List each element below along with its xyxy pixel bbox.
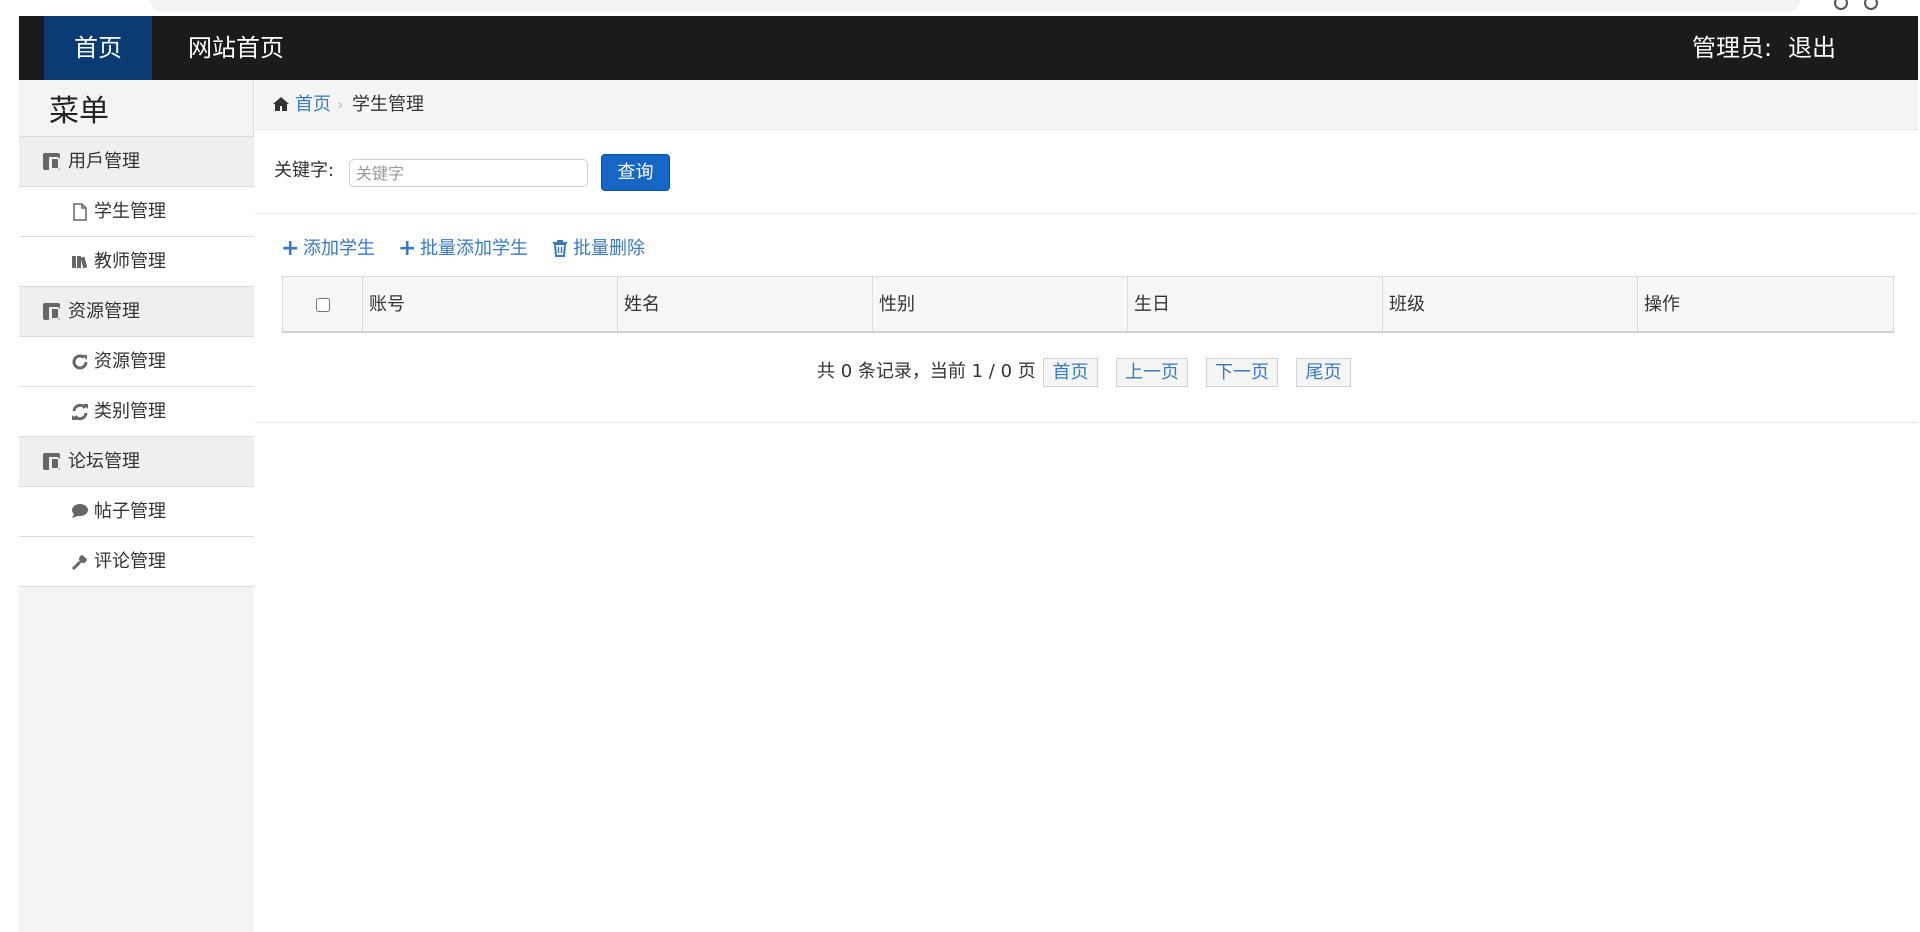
top-navbar: 首页 网站首页 管理员: 退出 [19,16,1918,80]
select-all-checkbox[interactable] [315,298,330,312]
divider [255,422,1918,423]
column-header[interactable]: 班级 [1383,277,1638,332]
book-icon [43,453,60,470]
logout-link[interactable]: 退出 [1788,16,1836,80]
last-page-button[interactable]: 尾页 [1296,358,1351,387]
batch-add-button[interactable]: + 批量添加学生 [398,234,528,264]
book-icon [43,153,60,170]
extensions-icon[interactable] [1834,0,1848,10]
sidebar-group-label: 论坛管理 [68,451,140,472]
plus-icon: + [281,236,300,261]
search-panel: 关键字: 查询 [255,130,1918,214]
sidebar-item-label: 资源管理 [94,351,166,372]
query-button[interactable]: 查询 [601,154,670,191]
nav-home-link[interactable]: 首页 [44,16,152,80]
column-header[interactable]: 操作 [1638,277,1893,332]
add-student-label: 添加学生 [303,238,375,259]
window-edge-left [0,0,19,932]
plus-icon: + [398,236,417,261]
sidebar-item-label: 类别管理 [94,401,166,422]
sidebar-item-label: 帖子管理 [94,501,166,522]
breadcrumb: 首页 › 学生管理 [255,80,1918,130]
pagination-info: 共 0 条记录，当前 1 / 0 页 [817,361,1036,382]
next-page-button[interactable]: 下一页 [1206,358,1278,387]
sidebar-item-label: 教师管理 [94,251,166,272]
profile-icon[interactable] [1864,0,1878,10]
column-header[interactable]: 性别 [873,277,1128,332]
sidebar-group-label: 用戶管理 [68,151,140,172]
wrench-icon [71,552,89,571]
comment-icon [71,503,89,521]
sidebar-group-forum[interactable]: 论坛管理 [19,437,254,487]
page: 首页 网站首页 管理员: 退出 菜单 用戶管理 学生管理 教师管理 资源管理 资… [0,0,1920,932]
breadcrumb-home-link[interactable]: 首页 [295,92,331,118]
student-table: 账号 姓名 性别 生日 班级 操作 [282,276,1894,333]
keyword-label: 关键字: [274,160,335,181]
column-header[interactable]: 姓名 [618,277,873,332]
books-icon [71,253,89,271]
sidebar-item-posts[interactable]: 帖子管理 [19,487,254,537]
admin-label: 管理员: [1692,34,1773,62]
nav-site-home-link[interactable]: 网站首页 [188,16,284,80]
sidebar: 菜单 用戶管理 学生管理 教师管理 资源管理 资源管理 类别管理 论坛管理 帖子… [19,80,254,932]
sidebar-item-students[interactable]: 学生管理 [19,187,254,237]
sidebar-group-user[interactable]: 用戶管理 [19,137,254,187]
column-header[interactable]: 账号 [363,277,618,332]
trash-icon [551,234,569,264]
batch-delete-button[interactable]: 批量删除 [551,234,645,264]
sidebar-group-resource[interactable]: 资源管理 [19,287,254,337]
add-student-button[interactable]: + 添加学生 [281,234,375,264]
column-header[interactable]: 生日 [1128,277,1383,332]
browser-chrome [0,0,1920,16]
sidebar-item-label: 评论管理 [94,551,166,572]
prev-page-button[interactable]: 上一页 [1116,358,1188,387]
sidebar-item-teachers[interactable]: 教师管理 [19,237,254,287]
pagination: 共 0 条记录，当前 1 / 0 页 首页 上一页 下一页 尾页 [255,355,1918,389]
sidebar-empty-area [19,587,254,932]
sidebar-item-resources[interactable]: 资源管理 [19,337,254,387]
refresh-icon [71,353,89,371]
home-icon [272,96,290,112]
sidebar-item-categories[interactable]: 类别管理 [19,387,254,437]
address-bar[interactable] [150,0,1800,12]
file-icon [71,203,89,221]
batch-add-label: 批量添加学生 [420,238,528,259]
sync-icon [71,403,89,421]
first-page-button[interactable]: 首页 [1043,358,1098,387]
breadcrumb-separator: › [337,95,344,114]
keyword-input[interactable] [349,159,588,187]
breadcrumb-current: 学生管理 [352,94,424,115]
sidebar-item-comments[interactable]: 评论管理 [19,537,254,587]
menu-title: 菜单 [49,94,109,129]
batch-delete-label: 批量删除 [573,238,645,259]
book-icon [43,303,60,320]
main-content: 首页 › 学生管理 关键字: 查询 +添加学生 +批量添加学生 批量删除 [255,80,1918,932]
sidebar-item-label: 学生管理 [94,201,166,222]
select-all-cell [283,277,363,332]
sidebar-group-label: 资源管理 [68,301,140,322]
